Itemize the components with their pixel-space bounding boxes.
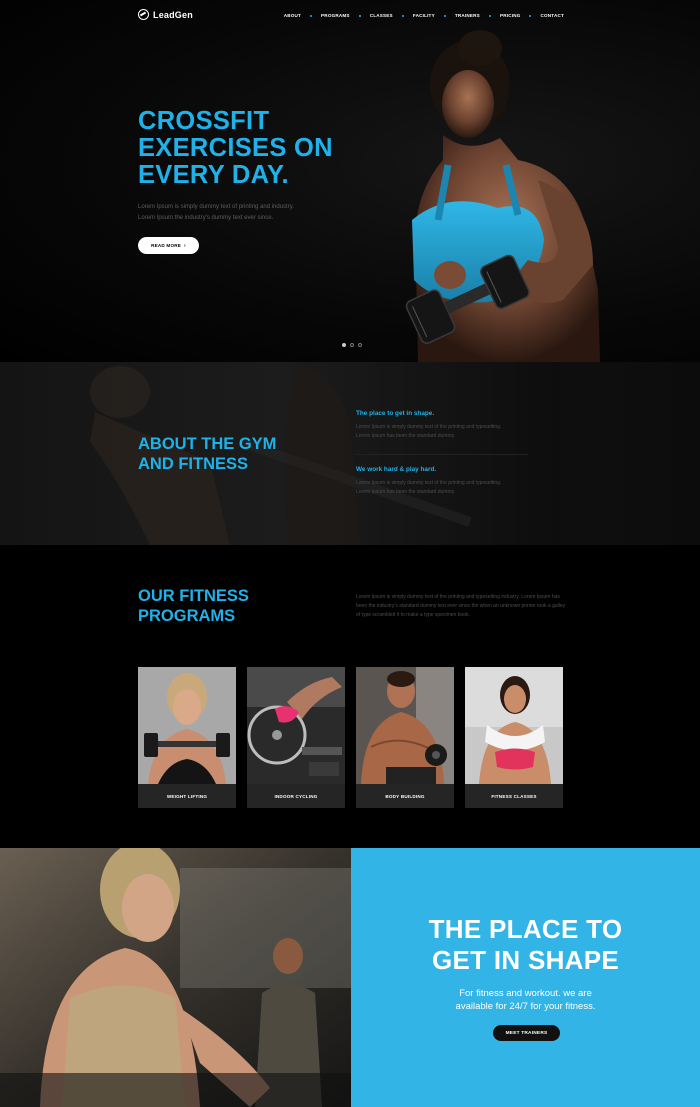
about-feature-line: Lorem Ipsum is simply dummy text of the … bbox=[356, 480, 502, 486]
programs-title-line: PROGRAMS bbox=[138, 607, 236, 625]
program-card-label: INDOOR CYCLING bbox=[247, 784, 345, 808]
hero-athlete-image bbox=[405, 30, 600, 362]
logo-text: LeadGen bbox=[153, 9, 193, 20]
read-more-button[interactable]: READ MORE › bbox=[138, 237, 199, 254]
hero-title-line: EXERCISES ON bbox=[138, 134, 333, 162]
about-feature: The place to get in shape. Lorem Ipsum i… bbox=[356, 410, 536, 441]
cta-description-line: available for 24/7 for your fitness. bbox=[455, 1000, 596, 1012]
nav-programs[interactable]: PROGRAMS bbox=[321, 13, 350, 18]
program-card-body-building[interactable]: BODY BUILDING bbox=[356, 667, 454, 808]
fitness-classes-image bbox=[465, 667, 563, 784]
programs-description: Lorem Ipsum is simply dummy text of the … bbox=[356, 594, 566, 618]
slider-pagination bbox=[342, 343, 362, 347]
site-header: LeadGen ABOUT PROGRAMS CLASSES FACILITY … bbox=[0, 0, 700, 34]
logo-icon bbox=[138, 9, 149, 20]
programs-title-line: OUR FITNESS bbox=[138, 587, 249, 605]
program-card-label: WEIGHT LIFTING bbox=[138, 784, 236, 808]
about-feature-heading: We work hard & play hard. bbox=[356, 466, 437, 473]
nav-contact[interactable]: CONTACT bbox=[540, 13, 564, 18]
about-feature: We work hard & play hard. Lorem Ipsum is… bbox=[356, 466, 536, 497]
about-title-line: ABOUT THE GYM bbox=[138, 435, 277, 453]
cta-title-line: GET IN SHAPE bbox=[431, 945, 620, 975]
about-feature-line: Lorem Ipsum has been the standard dummy. bbox=[356, 433, 456, 439]
about-feature-line: Lorem Ipsum has been the standard dummy. bbox=[356, 489, 456, 495]
nav-facility[interactable]: FACILITY bbox=[413, 13, 435, 18]
about-feature-line: Lorem Ipsum is simply dummy text of the … bbox=[356, 424, 502, 430]
program-card-weight-lifting[interactable]: WEIGHT LIFTING bbox=[138, 667, 236, 808]
program-cards: WEIGHT LIFTING INDOOR CYCLING BODY BUILD… bbox=[138, 667, 563, 808]
about-section: ABOUT THE GYM AND FITNESS The place to g… bbox=[0, 362, 700, 545]
hero-title: CROSSFIT EXERCISES ON EVERY DAY. bbox=[138, 108, 398, 189]
weight-lifting-image bbox=[138, 667, 236, 784]
slider-dot[interactable] bbox=[342, 343, 346, 347]
cta-description-line: For fitness and workout. we are bbox=[459, 988, 592, 999]
about-title-line: AND FITNESS bbox=[138, 455, 249, 473]
program-card-indoor-cycling[interactable]: INDOOR CYCLING bbox=[247, 667, 345, 808]
nav-separator bbox=[529, 14, 532, 17]
cta-description: For fitness and workout. we are availabl… bbox=[351, 988, 700, 1013]
divider bbox=[356, 454, 528, 455]
nav-separator bbox=[310, 14, 313, 17]
nav-about[interactable]: ABOUT bbox=[284, 13, 301, 18]
program-card-label: FITNESS CLASSES bbox=[465, 784, 563, 808]
nav-pricing[interactable]: PRICING bbox=[500, 13, 521, 18]
cta-title-line: THE PLACE TO bbox=[428, 914, 623, 944]
cta-title: THE PLACE TO GET IN SHAPE bbox=[351, 914, 700, 976]
hero-title-line: EVERY DAY. bbox=[138, 161, 289, 189]
hero-description-line: Lorem Ipsum the industry's dummy text ev… bbox=[138, 214, 274, 221]
read-more-label: READ MORE bbox=[151, 243, 181, 248]
about-feature-heading: The place to get in shape. bbox=[356, 410, 435, 417]
nav-separator bbox=[401, 14, 404, 17]
hero-title-line: CROSSFIT bbox=[138, 107, 270, 135]
chevron-right-icon: › bbox=[184, 242, 186, 249]
program-card-label: BODY BUILDING bbox=[356, 784, 454, 808]
meet-trainers-button[interactable]: MEET TRAINERS bbox=[493, 1025, 560, 1041]
hero-section: CROSSFIT EXERCISES ON EVERY DAY. Lorem I… bbox=[0, 0, 700, 362]
hero-description: Lorem Ipsum is simply dummy text of prin… bbox=[138, 202, 368, 223]
nav-classes[interactable]: CLASSES bbox=[370, 13, 393, 18]
about-title: ABOUT THE GYM AND FITNESS bbox=[138, 434, 276, 474]
hero-description-line: Lorem Ipsum is simply dummy text of prin… bbox=[138, 204, 294, 210]
treadmill-runners-image bbox=[0, 848, 351, 1107]
main-nav: ABOUT PROGRAMS CLASSES FACILITY TRAINERS… bbox=[284, 13, 564, 18]
about-feature-text: Lorem Ipsum is simply dummy text of the … bbox=[356, 479, 536, 497]
nav-separator bbox=[358, 14, 361, 17]
body-building-image bbox=[356, 667, 454, 784]
slider-dot[interactable] bbox=[358, 343, 362, 347]
slider-dot[interactable] bbox=[350, 343, 354, 347]
nav-trainers[interactable]: TRAINERS bbox=[455, 13, 480, 18]
cta-section: THE PLACE TO GET IN SHAPE For fitness an… bbox=[351, 848, 700, 1107]
programs-title: OUR FITNESS PROGRAMS bbox=[138, 586, 249, 626]
nav-separator bbox=[443, 14, 446, 17]
program-card-fitness-classes[interactable]: FITNESS CLASSES bbox=[465, 667, 563, 808]
programs-section: OUR FITNESS PROGRAMS Lorem Ipsum is simp… bbox=[0, 545, 700, 848]
treadmill-runners-illustration bbox=[0, 848, 351, 1107]
about-feature-text: Lorem Ipsum is simply dummy text of the … bbox=[356, 423, 536, 441]
logo[interactable]: LeadGen bbox=[138, 9, 193, 20]
indoor-cycling-image bbox=[247, 667, 345, 784]
nav-separator bbox=[488, 14, 491, 17]
